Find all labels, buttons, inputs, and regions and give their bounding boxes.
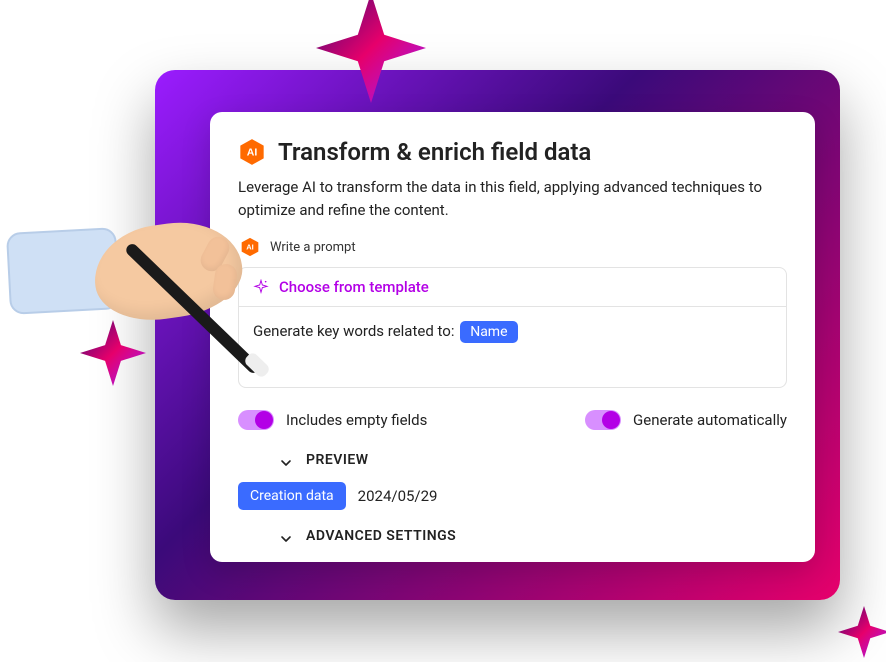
toggle-switch [585, 410, 621, 430]
choose-template-link[interactable]: Choose from template [239, 268, 786, 307]
toggle-label: Includes empty fields [286, 411, 427, 429]
sparkle-decoration [80, 320, 146, 386]
card-description: Leverage AI to transform the data in thi… [238, 176, 787, 221]
prompt-label: Write a prompt [270, 240, 356, 255]
preview-value: 2024/05/29 [358, 487, 438, 505]
ai-hex-icon: AI [240, 237, 260, 257]
section-advanced-header[interactable]: ADVANCED SETTINGS [238, 528, 787, 544]
field-chip-name[interactable]: Name [460, 321, 517, 343]
preview-row: Creation data 2024/05/29 [238, 482, 787, 510]
section-preview-header[interactable]: PREVIEW [238, 452, 787, 468]
prompt-text: Generate key words related to: [253, 322, 454, 340]
card-header: AI Transform & enrich field data [238, 138, 787, 166]
toggle-includes-empty-fields[interactable]: Includes empty fields [238, 410, 427, 430]
svg-text:AI: AI [246, 243, 254, 252]
prompt-box: Choose from template Generate key words … [238, 267, 787, 388]
toggles-row: Includes empty fields Generate automatic… [238, 410, 787, 430]
sparkle-decoration [838, 606, 886, 658]
section-title: ADVANCED SETTINGS [306, 528, 456, 544]
choose-template-label: Choose from template [279, 278, 429, 296]
toggle-generate-automatically[interactable]: Generate automatically [585, 410, 787, 430]
card-title: Transform & enrich field data [278, 138, 591, 166]
template-sparkle-icon [253, 279, 269, 295]
preview-field-badge: Creation data [238, 482, 346, 510]
prompt-label-row: AI Write a prompt [238, 237, 787, 257]
transform-enrich-card: AI Transform & enrich field data Leverag… [210, 112, 815, 562]
toggle-label: Generate automatically [633, 411, 787, 429]
chevron-down-icon [280, 530, 292, 542]
toggle-switch [238, 410, 274, 430]
sparkle-decoration [316, 0, 426, 108]
ai-hex-icon: AI [238, 138, 266, 166]
prompt-input[interactable]: Generate key words related to: Name [239, 307, 786, 387]
svg-text:AI: AI [247, 147, 258, 159]
chevron-down-icon [280, 454, 292, 466]
section-title: PREVIEW [306, 452, 369, 468]
